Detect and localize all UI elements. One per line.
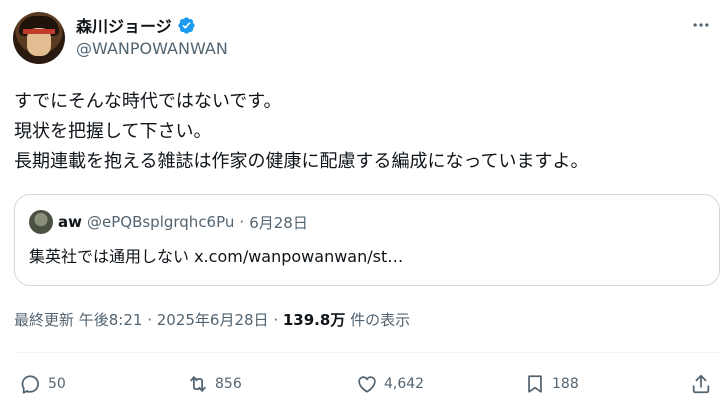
- like-button[interactable]: 4,642: [356, 368, 424, 400]
- reply-button[interactable]: 50: [20, 368, 66, 400]
- tweet-meta: 最終更新 午後8:21 · 2025年6月28日 · 139.8万 件の表示: [14, 309, 410, 330]
- tweet-line: すでにそんな時代ではないです。: [14, 91, 282, 112]
- quoted-separator: ·: [239, 213, 245, 231]
- repost-icon: [190, 376, 206, 392]
- share-icon: [692, 374, 710, 394]
- quoted-tweet-header: aw @ePQBsplgrqhc6Pu · 6月28日: [29, 210, 308, 234]
- updated-timestamp[interactable]: 最終更新 午後8:21 · 2025年6月28日 ·: [14, 311, 283, 329]
- bookmark-count: 188: [552, 376, 579, 392]
- like-count: 4,642: [384, 376, 425, 392]
- share-button[interactable]: [690, 368, 712, 400]
- avatar-headband: [23, 29, 55, 34]
- quoted-author-name: aw: [58, 213, 82, 231]
- more-icon: [693, 23, 709, 27]
- action-bar: 50 856 4,642 188: [0, 368, 724, 400]
- author-name[interactable]: 森川ジョージ: [76, 13, 172, 37]
- views-label: 件の表示: [345, 311, 411, 329]
- tweet-line: 現状を把握して下さい。: [14, 121, 212, 142]
- reply-count: 50: [48, 376, 66, 392]
- quoted-tweet-text: 集英社では通用しない x.com/wanpowanwan/st…: [29, 247, 404, 266]
- author-handle[interactable]: @WANPOWANWAN: [76, 39, 228, 58]
- bookmark-icon: [528, 375, 542, 393]
- view-count: 139.8万: [282, 311, 346, 329]
- quoted-author-handle: @ePQBsplgrqhc6Pu: [86, 213, 235, 231]
- repost-button[interactable]: 856: [187, 368, 242, 400]
- tweet-text: すでにそんな時代ではないです。 現状を把握して下さい。 長期連載を抱える雑誌は作…: [14, 87, 589, 177]
- author-avatar[interactable]: [13, 12, 65, 64]
- author-name-row: 森川ジョージ: [76, 13, 196, 37]
- like-icon: [358, 376, 376, 393]
- tweet-line: 長期連載を抱える雑誌は作家の健康に配慮する編成になっていますよ。: [14, 151, 589, 172]
- repost-count: 856: [215, 376, 242, 392]
- quoted-author-avatar: [29, 210, 53, 234]
- reply-icon: [21, 375, 39, 394]
- more-button[interactable]: [688, 12, 714, 38]
- verified-icon: [178, 16, 195, 34]
- bookmark-button[interactable]: 188: [524, 368, 579, 400]
- quoted-date: 6月28日: [249, 213, 308, 232]
- divider: [14, 352, 720, 353]
- quoted-tweet[interactable]: aw @ePQBsplgrqhc6Pu · 6月28日 集英社では通用しない x…: [14, 194, 720, 286]
